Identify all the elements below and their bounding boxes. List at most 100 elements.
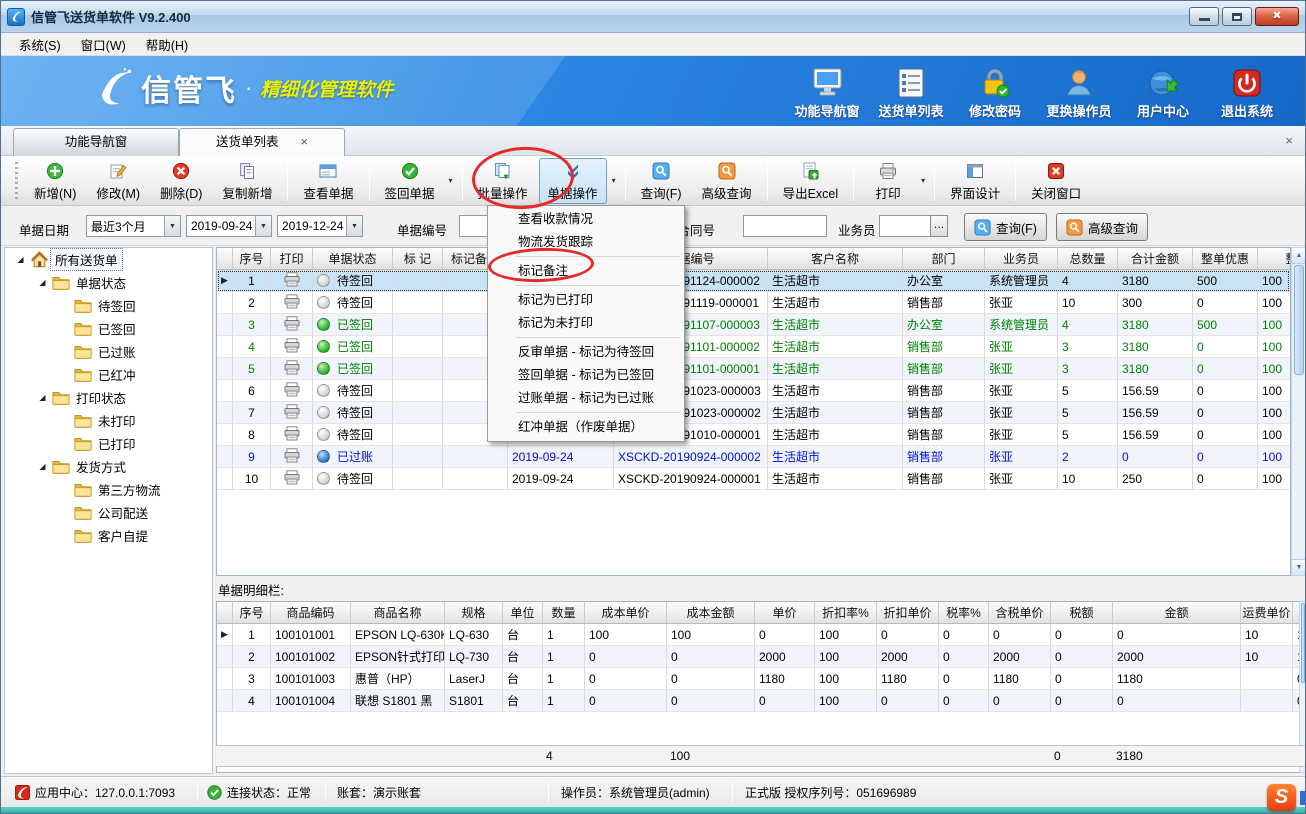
column-header[interactable]: 客户名称 [768, 248, 903, 269]
menubar-item[interactable]: 帮助(H) [136, 33, 198, 56]
table-row[interactable]: 6待签回2019-10-23XSCKD-20191023-000003生活超市销… [217, 380, 1290, 402]
scroll-up-icon[interactable]: ▲ [1292, 248, 1306, 264]
tree-item[interactable]: ◢所有送货单 [5, 248, 212, 271]
minimize-button[interactable] [1189, 7, 1219, 26]
advanced-query-button[interactable]: 高级查询 [1056, 213, 1148, 241]
column-header[interactable]: 金额 [1113, 602, 1241, 623]
column-header[interactable] [217, 248, 233, 269]
scrollbar-thumb[interactable] [1294, 265, 1304, 375]
column-header[interactable]: 序号 [233, 248, 271, 269]
tree-item[interactable]: 第三方物流 [5, 478, 212, 501]
table-row[interactable]: 9已过账2019-09-24XSCKD-20190924-000002生活超市销… [217, 446, 1290, 468]
maximize-button[interactable] [1222, 7, 1252, 26]
menubar-item[interactable]: 窗口(W) [71, 33, 136, 56]
banner-action-power[interactable]: 退出系统 [1205, 62, 1289, 120]
scroll-down-icon[interactable]: ▼ [1292, 559, 1306, 575]
chevron-down-icon[interactable]: ▾ [612, 176, 616, 185]
tree-item[interactable]: 待签回 [5, 294, 212, 317]
menu-item[interactable]: 过账单据 - 标记为已过账 [488, 387, 684, 410]
toolbar-button-signback[interactable]: 签回单据 [376, 158, 444, 204]
table-row[interactable]: ▶1待签回2019-11-24XSCKD-20191124-000002生活超市… [217, 270, 1290, 292]
date-from-select[interactable]: 2019-09-24 ▼ [186, 215, 272, 237]
menu-item[interactable]: 物流发货跟踪 [488, 231, 684, 254]
column-header[interactable]: 折扣率% [815, 602, 877, 623]
table-row[interactable]: 10待签回2019-09-24XSCKD-20190924-000001生活超市… [217, 468, 1290, 490]
sogou-input-icon[interactable]: S [1267, 784, 1296, 811]
tab-close-icon[interactable]: × [300, 134, 308, 149]
detail-row[interactable]: 4100101004联想 S1801 黑S1801台1000100000000 [217, 690, 1306, 712]
tree-item[interactable]: 未打印 [5, 409, 212, 432]
order-no-input[interactable] [743, 215, 827, 237]
toolbar-button-excel[interactable]: 导出Excel [774, 158, 848, 204]
column-header[interactable]: 整单优惠 [1193, 248, 1258, 269]
chevron-down-icon[interactable]: ▼ [346, 216, 362, 236]
menu-item[interactable]: 查看收款情况 [488, 208, 684, 231]
tabstrip-close-icon[interactable]: × [1285, 133, 1293, 148]
date-range-select[interactable]: 最近3个月 ▼ [86, 215, 181, 237]
banner-action-list[interactable]: 送货单列表 [869, 62, 953, 120]
column-header[interactable]: 折扣单价 [877, 602, 939, 623]
toolbar-button-close-window[interactable]: 关闭窗口 [1022, 158, 1090, 204]
detail-row[interactable]: ▶1100101001EPSON LQ-630KLQ-630台110010001… [217, 624, 1306, 646]
column-header[interactable]: 商品编码 [271, 602, 351, 623]
column-header[interactable]: 成本金额 [667, 602, 755, 623]
chevron-down-icon[interactable]: ▼ [164, 216, 180, 236]
menu-item[interactable]: 反审单据 - 标记为待签回 [488, 341, 684, 364]
table-row[interactable]: 5已签回2019-11-01XSCKD-20191101-000001生活超市销… [217, 358, 1290, 380]
toolbar-button-bill-ops[interactable]: 单据操作 [539, 158, 607, 204]
menu-item[interactable]: 签回单据 - 标记为已签回 [488, 364, 684, 387]
column-header[interactable] [217, 602, 233, 623]
column-header[interactable]: 单价 [755, 602, 815, 623]
tree-item[interactable]: 已过账 [5, 340, 212, 363]
tree-item[interactable]: 客户自提 [5, 524, 212, 547]
column-header[interactable]: 标 记 [393, 248, 443, 269]
column-header[interactable]: 单据状态 [313, 248, 393, 269]
toolbar-button-view-bill[interactable]: 查看单据 [294, 158, 362, 204]
expander-icon[interactable]: ◢ [35, 393, 50, 402]
chevron-down-icon[interactable]: ▾ [921, 176, 925, 185]
expander-icon[interactable]: ◢ [35, 278, 50, 287]
tree-item[interactable]: 公司配送 [5, 501, 212, 524]
chevron-down-icon[interactable]: ▼ [255, 216, 271, 236]
column-header[interactable]: 成本单价 [585, 602, 667, 623]
column-header[interactable]: 单位 [503, 602, 543, 623]
tree-item[interactable]: ◢单据状态 [5, 271, 212, 294]
tree-item[interactable]: ◢打印状态 [5, 386, 212, 409]
toolbar-button-edit[interactable]: 修改(M) [87, 158, 149, 204]
tree-item[interactable]: 已签回 [5, 317, 212, 340]
column-header[interactable]: 打印 [271, 248, 313, 269]
expander-icon[interactable]: ◢ [13, 255, 28, 264]
detail-row[interactable]: 3100101003惠普（HP）LaserJ台10011801001180011… [217, 668, 1306, 690]
salesman-picker-button[interactable]: … [930, 215, 948, 237]
tab-delivery-list[interactable]: 送货单列表× [179, 128, 345, 156]
column-header[interactable]: 总数量 [1058, 248, 1118, 269]
toolbar-button-delete[interactable]: 删除(D) [151, 158, 211, 204]
column-header[interactable]: 含税单价 [989, 602, 1051, 623]
toolbar-button-copy[interactable]: 复制新增 [213, 158, 281, 204]
date-to-select[interactable]: 2019-12-24 ▼ [277, 215, 363, 237]
toolbar-button-print[interactable]: 打印 [860, 158, 916, 204]
expander-icon[interactable]: ◢ [35, 462, 50, 471]
tree-item[interactable]: 已打印 [5, 432, 212, 455]
menu-item[interactable]: 标记为未打印 [488, 312, 684, 335]
column-header[interactable]: 业务员 [985, 248, 1058, 269]
table-row[interactable]: 3已签回2019-11-07XSCKD-20191107-000003生活超市办… [217, 314, 1290, 336]
column-header[interactable]: 税额 [1051, 602, 1113, 623]
column-header[interactable]: 序号 [233, 602, 271, 623]
close-button[interactable]: ✖ [1255, 7, 1299, 26]
tab-nav-window[interactable]: 功能导航窗 [13, 128, 179, 156]
table-row[interactable]: 2待签回2019-11-19XSCKD-20191119-000001生活超市销… [217, 292, 1290, 314]
toolbar-button-design[interactable]: 界面设计 [941, 158, 1009, 204]
column-header[interactable]: 税率% [939, 602, 989, 623]
toolbar-button-add[interactable]: 新增(N) [25, 158, 85, 204]
menu-item[interactable]: 标记备注 [488, 260, 684, 283]
main-grid-scrollbar[interactable]: ▲ ▼ [1291, 247, 1306, 576]
menubar-item[interactable]: 系统(S) [9, 33, 71, 56]
column-header[interactable]: 数量 [543, 602, 585, 623]
toolbar-button-search-orange[interactable]: 高级查询 [693, 158, 761, 204]
column-header[interactable]: 部门 [903, 248, 985, 269]
table-row[interactable]: 4已签回2019-11-01XSCKD-20191101-000002生活超市销… [217, 336, 1290, 358]
tree-item[interactable]: ◢发货方式 [5, 455, 212, 478]
detail-row[interactable]: 2100101002EPSON针式打印LQ-730台10020001002000… [217, 646, 1306, 668]
toolbar-button-search-blue[interactable]: 查询(F) [632, 158, 691, 204]
